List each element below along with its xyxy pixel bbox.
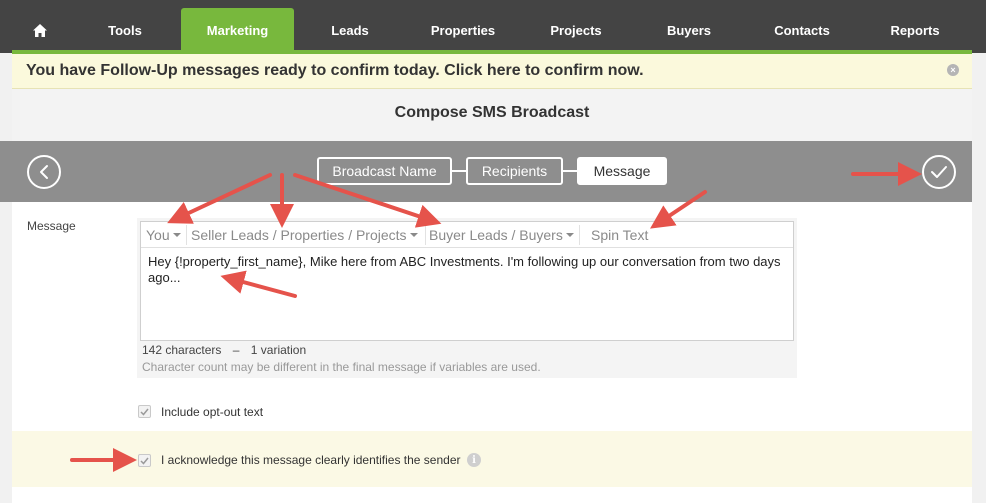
confirm-button[interactable] <box>922 155 956 189</box>
step-message[interactable]: Message <box>577 157 667 185</box>
nav-item-buyers[interactable]: Buyers <box>644 8 734 53</box>
page-title: Compose SMS Broadcast <box>394 104 590 121</box>
top-nav: Tools Marketing Leads Properties Project… <box>0 0 986 53</box>
variable-toolbar: You Seller Leads / Properties / Projects… <box>141 222 793 248</box>
seller-leads-dropdown[interactable]: Seller Leads / Properties / Projects <box>191 225 418 245</box>
optout-checkbox[interactable] <box>138 405 151 418</box>
step-connector <box>452 170 467 172</box>
caret-down-icon <box>409 233 418 237</box>
close-icon[interactable]: × <box>947 64 959 76</box>
followup-notice-text[interactable]: You have Follow-Up messages ready to con… <box>26 62 644 80</box>
back-button[interactable] <box>27 155 61 189</box>
you-dropdown-label: You <box>146 227 170 243</box>
buyer-leads-dropdown[interactable]: Buyer Leads / Buyers <box>429 225 574 245</box>
info-icon[interactable]: i <box>467 453 481 467</box>
followup-notice[interactable]: You have Follow-Up messages ready to con… <box>12 54 972 89</box>
step-connector <box>563 170 578 172</box>
optout-label[interactable]: Include opt-out text <box>161 405 263 419</box>
step-broadcast-name[interactable]: Broadcast Name <box>317 157 452 185</box>
character-count: 142 characters – 1 variation <box>142 343 306 357</box>
message-label: Message <box>27 219 76 233</box>
nav-item-tools[interactable]: Tools <box>80 8 170 53</box>
variation-count: 1 variation <box>250 343 307 357</box>
character-count-note: Character count may be different in the … <box>142 360 541 374</box>
acknowledge-label[interactable]: I acknowledge this message clearly ident… <box>161 453 461 467</box>
spin-text-label: Spin Text <box>591 227 649 243</box>
nav-item-marketing[interactable]: Marketing <box>181 8 294 53</box>
caret-down-icon <box>172 233 181 237</box>
seller-leads-dropdown-label: Seller Leads / Properties / Projects <box>191 227 407 243</box>
message-textarea[interactable]: Hey {!property_first_name}, Mike here fr… <box>148 254 788 286</box>
toolbar-separator <box>186 225 187 245</box>
spin-text-button[interactable]: Spin Text <box>591 225 648 245</box>
acknowledge-row <box>12 431 972 487</box>
nav-item-contacts[interactable]: Contacts <box>757 8 847 53</box>
title-area: Compose SMS Broadcast <box>12 89 972 141</box>
message-editor[interactable]: You Seller Leads / Properties / Projects… <box>140 221 794 341</box>
nav-item-reports[interactable]: Reports <box>870 8 960 53</box>
nav-item-leads[interactable]: Leads <box>305 8 395 53</box>
toolbar-separator <box>425 225 426 245</box>
home-icon[interactable] <box>22 12 58 48</box>
chevron-left-icon <box>40 165 48 179</box>
checkmark-icon <box>140 408 149 416</box>
toolbar-separator <box>579 225 580 245</box>
step-recipients[interactable]: Recipients <box>466 157 563 185</box>
caret-down-icon <box>565 233 574 237</box>
nav-item-projects[interactable]: Projects <box>531 8 621 53</box>
you-dropdown[interactable]: You <box>146 225 181 245</box>
page-gutter <box>0 54 12 503</box>
count-separator: – <box>232 343 240 357</box>
checkmark-icon <box>140 457 149 465</box>
page-gutter-right <box>972 141 986 187</box>
nav-item-properties[interactable]: Properties <box>418 8 508 53</box>
checkmark-icon <box>931 166 947 178</box>
acknowledge-checkbox[interactable] <box>138 454 151 467</box>
buyer-leads-dropdown-label: Buyer Leads / Buyers <box>429 227 563 243</box>
character-count-value: 142 characters <box>142 343 222 357</box>
